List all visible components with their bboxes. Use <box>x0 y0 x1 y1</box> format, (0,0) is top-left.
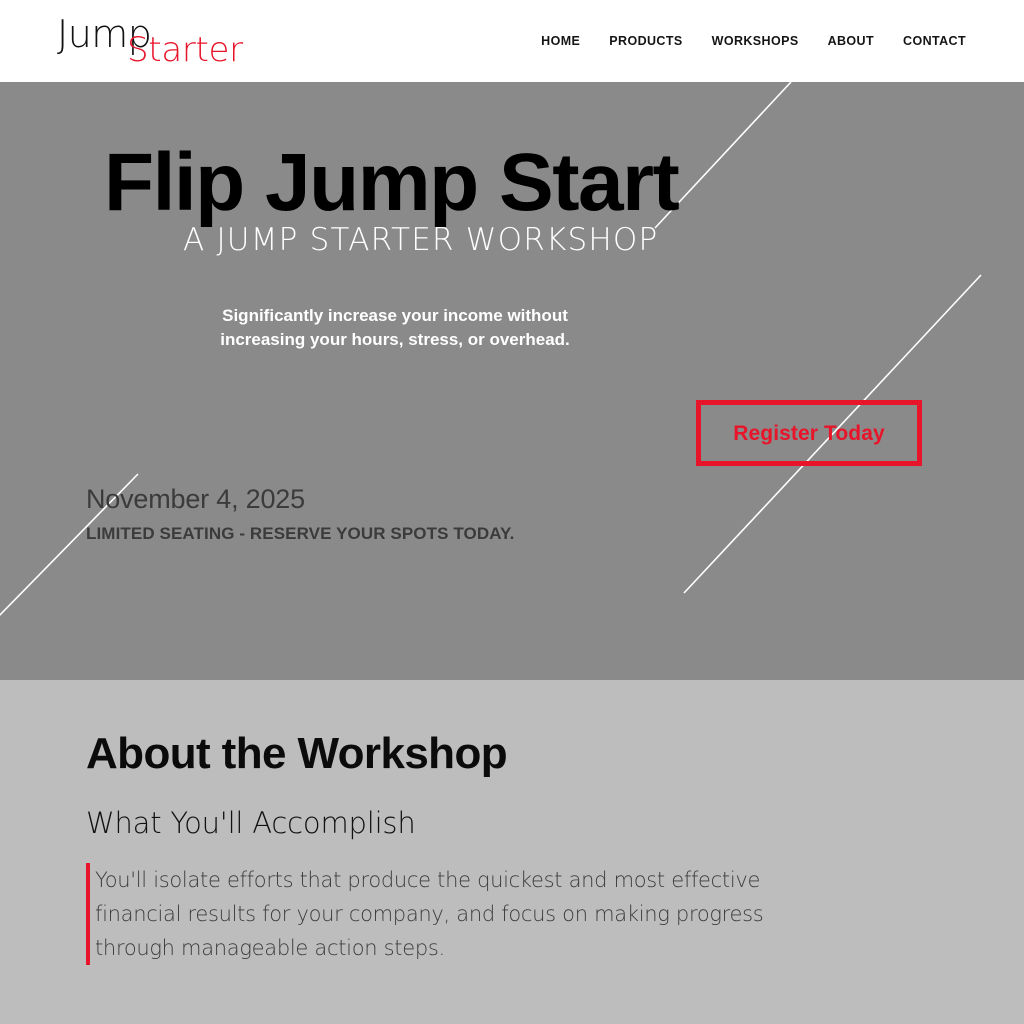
hero-seating-notice: LIMITED SEATING - RESERVE YOUR SPOTS TOD… <box>86 524 515 543</box>
nav-item-about[interactable]: ABOUT <box>828 34 874 48</box>
about-subtitle: What You'll Accomplish <box>86 806 416 840</box>
main-navigation: HOME PRODUCTS WORKSHOPS ABOUT CONTACT <box>541 34 968 48</box>
register-today-button[interactable]: Register Today <box>696 400 922 466</box>
about-body-quote: You'll isolate efforts that produce the … <box>86 863 826 966</box>
logo-text-secondary: Starter <box>127 30 243 70</box>
about-section: About the Workshop What You'll Accomplis… <box>0 680 1024 1024</box>
site-header: Jump Starter HOME PRODUCTS WORKSHOPS ABO… <box>0 0 1024 82</box>
nav-item-workshops[interactable]: WORKSHOPS <box>712 34 799 48</box>
hero-event-date: November 4, 2025 <box>86 484 305 514</box>
nav-item-contact[interactable]: CONTACT <box>903 34 966 48</box>
hero-pitch-line-2: increasing your hours, stress, or overhe… <box>220 330 570 350</box>
nav-item-home[interactable]: HOME <box>541 34 580 48</box>
about-title: About the Workshop <box>86 729 508 778</box>
hero-pitch-line-1: Significantly increase your income witho… <box>222 306 568 325</box>
nav-item-products[interactable]: PRODUCTS <box>609 34 682 48</box>
hero-subtitle: A JUMP STARTER WORKSHOP <box>183 222 659 258</box>
about-body-text: You'll isolate efforts that produce the … <box>95 868 764 961</box>
hero-section: Flip Jump Start A JUMP STARTER WORKSHOP … <box>0 82 1024 680</box>
hero-pitch: Significantly increase your income witho… <box>0 304 790 352</box>
site-logo[interactable]: Jump Starter <box>56 11 286 71</box>
hero-title: Flip Jump Start <box>104 137 680 228</box>
